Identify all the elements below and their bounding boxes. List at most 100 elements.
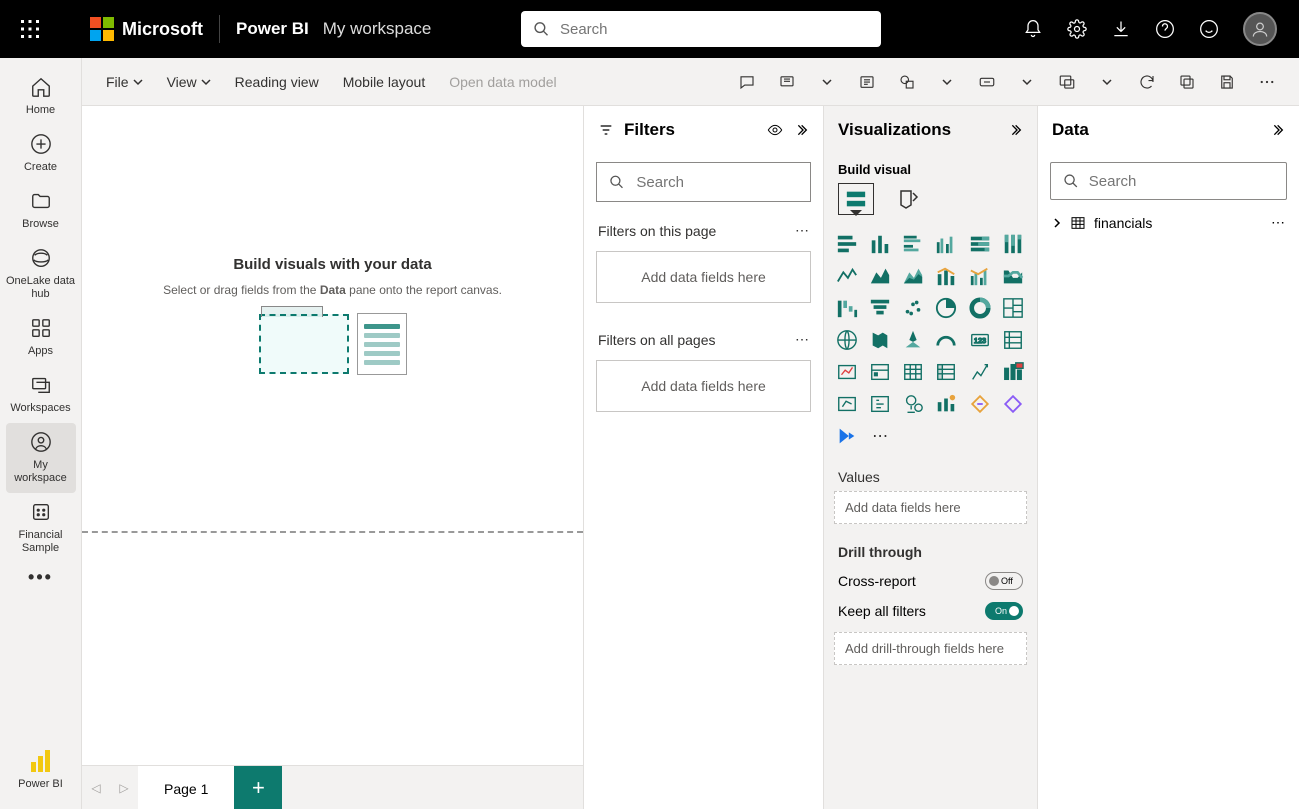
- viz-pie-icon[interactable]: [933, 295, 959, 321]
- ribbon-view[interactable]: View: [157, 68, 221, 96]
- ribbon-file[interactable]: File: [96, 68, 153, 96]
- viz-area-icon[interactable]: [867, 263, 893, 289]
- global-search-input[interactable]: [560, 21, 869, 38]
- viz-clustered-column-icon[interactable]: [933, 231, 959, 257]
- viz-gauge-icon[interactable]: [933, 327, 959, 353]
- keep-filters-toggle[interactable]: On: [985, 602, 1023, 620]
- viz-stacked-area-icon[interactable]: [900, 263, 926, 289]
- microsoft-logo[interactable]: Microsoft: [90, 17, 203, 41]
- filters-search[interactable]: [596, 162, 811, 202]
- nav-browse[interactable]: Browse: [6, 182, 76, 239]
- nav-powerbi[interactable]: Power BI: [6, 742, 76, 799]
- viz-line-icon[interactable]: [834, 263, 860, 289]
- feedback-icon[interactable]: [1199, 19, 1219, 39]
- download-icon[interactable]: [1111, 19, 1131, 39]
- nav-apps[interactable]: Apps: [6, 309, 76, 366]
- account-avatar[interactable]: [1243, 12, 1277, 46]
- filters-search-input[interactable]: [636, 174, 798, 191]
- viz-qa-icon[interactable]: [900, 391, 926, 417]
- eye-icon[interactable]: [767, 122, 783, 138]
- ribbon-reading-view[interactable]: Reading view: [225, 68, 329, 96]
- viz-line-clustered-column-icon[interactable]: [967, 263, 993, 289]
- filters-all-pages-drop[interactable]: Add data fields here: [596, 360, 811, 412]
- values-drop[interactable]: Add data fields here: [834, 491, 1027, 524]
- nav-home[interactable]: Home: [6, 68, 76, 125]
- page-prev-icon[interactable]: ◁: [82, 766, 110, 809]
- workspace-breadcrumb[interactable]: My workspace: [323, 19, 432, 39]
- viz-azure-map-icon[interactable]: [900, 327, 926, 353]
- settings-icon[interactable]: [1067, 19, 1087, 39]
- ribbon-shapes-icon[interactable]: [889, 64, 925, 100]
- page-tab-1[interactable]: Page 1: [138, 766, 234, 809]
- viz-py-visual-icon[interactable]: [1000, 359, 1026, 385]
- viz-treemap-icon[interactable]: [1000, 295, 1026, 321]
- cross-report-toggle[interactable]: Off: [985, 572, 1023, 590]
- viz-key-influencers-icon[interactable]: [834, 391, 860, 417]
- viz-table-icon[interactable]: [900, 359, 926, 385]
- viz-map-icon[interactable]: [834, 327, 860, 353]
- viz-100-stacked-bar-icon[interactable]: [967, 231, 993, 257]
- viz-waterfall-icon[interactable]: [834, 295, 860, 321]
- page-next-icon[interactable]: ▷: [110, 766, 138, 809]
- data-search-input[interactable]: [1089, 173, 1274, 190]
- chevron-down-icon[interactable]: [1089, 64, 1125, 100]
- ribbon-buttons-icon[interactable]: [969, 64, 1005, 100]
- viz-paginated-icon[interactable]: [967, 391, 993, 417]
- viz-stacked-column-icon[interactable]: [867, 231, 893, 257]
- viz-filled-map-icon[interactable]: [867, 327, 893, 353]
- viz-multi-row-card-icon[interactable]: [1000, 327, 1026, 353]
- ribbon-visual-icon[interactable]: [1049, 64, 1085, 100]
- ribbon-mobile-layout[interactable]: Mobile layout: [333, 68, 436, 96]
- chevron-down-icon[interactable]: [809, 64, 845, 100]
- product-label[interactable]: Power BI: [236, 19, 309, 39]
- ribbon-more-icon[interactable]: [1249, 64, 1285, 100]
- chevron-down-icon[interactable]: [929, 64, 965, 100]
- collapse-icon[interactable]: [1269, 122, 1285, 138]
- ribbon-save-icon[interactable]: [1209, 64, 1245, 100]
- build-visual-tab[interactable]: [838, 183, 874, 215]
- more-icon[interactable]: ⋯: [795, 331, 809, 348]
- viz-kpi-icon[interactable]: [834, 359, 860, 385]
- more-icon[interactable]: ⋯: [1271, 214, 1285, 231]
- nav-my-workspace[interactable]: My workspace: [6, 423, 76, 493]
- nav-financial-sample[interactable]: Financial Sample: [6, 493, 76, 563]
- chevron-down-icon[interactable]: [1009, 64, 1045, 100]
- viz-funnel-icon[interactable]: [867, 295, 893, 321]
- ribbon-duplicate-icon[interactable]: [1169, 64, 1205, 100]
- ribbon-comment-icon[interactable]: [729, 64, 765, 100]
- report-canvas[interactable]: Build visuals with your data Select or d…: [82, 106, 583, 765]
- viz-100-stacked-column-icon[interactable]: [1000, 231, 1026, 257]
- viz-matrix-icon[interactable]: [933, 359, 959, 385]
- viz-power-automate-icon[interactable]: [834, 423, 860, 449]
- data-search[interactable]: [1050, 162, 1287, 200]
- drill-through-drop[interactable]: Add drill-through fields here: [834, 632, 1027, 665]
- viz-slicer-icon[interactable]: [867, 359, 893, 385]
- app-launcher-icon[interactable]: [10, 9, 50, 49]
- viz-decomp-tree-icon[interactable]: [867, 391, 893, 417]
- notifications-icon[interactable]: [1023, 19, 1043, 39]
- collapse-icon[interactable]: [1007, 122, 1023, 138]
- viz-ribbon-icon[interactable]: [1000, 263, 1026, 289]
- ribbon-text-icon[interactable]: [849, 64, 885, 100]
- filters-on-page-drop[interactable]: Add data fields here: [596, 251, 811, 303]
- ribbon-refresh-icon[interactable]: [1129, 64, 1165, 100]
- nav-onelake[interactable]: OneLake data hub: [6, 239, 76, 309]
- viz-power-apps-icon[interactable]: [1000, 391, 1026, 417]
- viz-stacked-bar-icon[interactable]: [834, 231, 860, 257]
- viz-clustered-bar-icon[interactable]: [900, 231, 926, 257]
- viz-r-visual-icon[interactable]: [967, 359, 993, 385]
- help-icon[interactable]: [1155, 19, 1175, 39]
- nav-more[interactable]: •••: [6, 563, 76, 592]
- format-visual-tab[interactable]: [890, 183, 926, 215]
- viz-more-visuals-icon[interactable]: ⋯: [867, 423, 893, 449]
- nav-create[interactable]: Create: [6, 125, 76, 182]
- data-table-financials[interactable]: financials ⋯: [1038, 208, 1299, 237]
- ribbon-bookmark-icon[interactable]: [769, 64, 805, 100]
- viz-donut-icon[interactable]: [967, 295, 993, 321]
- more-icon[interactable]: ⋯: [795, 222, 809, 239]
- viz-scatter-icon[interactable]: [900, 295, 926, 321]
- global-search[interactable]: [521, 11, 881, 47]
- viz-card-icon[interactable]: 123: [967, 327, 993, 353]
- nav-workspaces[interactable]: Workspaces: [6, 366, 76, 423]
- viz-smart-narrative-icon[interactable]: [933, 391, 959, 417]
